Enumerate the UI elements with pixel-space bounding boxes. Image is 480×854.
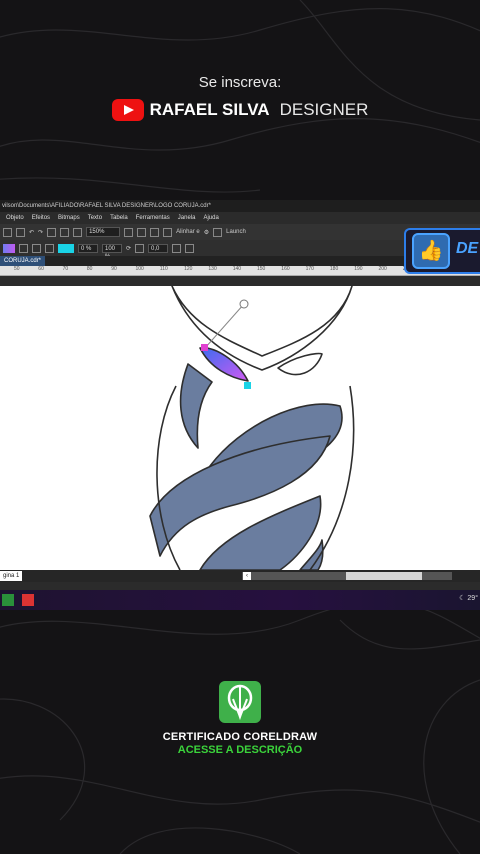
ruler-tick-label: 60 xyxy=(38,266,44,272)
menu-janela[interactable]: Janela xyxy=(178,212,196,224)
menu-ajuda[interactable]: Ajuda xyxy=(203,212,218,224)
horizontal-scrollbar[interactable] xyxy=(242,572,452,580)
align-label[interactable]: Alinhar e xyxy=(176,229,200,235)
fill-pattern-icon-3[interactable] xyxy=(45,243,54,253)
youtube-icon xyxy=(111,99,144,121)
ruler-tick-label: 100 xyxy=(135,266,144,272)
ruler-tick-label: 190 xyxy=(354,266,363,272)
mirror-icon[interactable] xyxy=(135,243,145,253)
drawing-canvas[interactable] xyxy=(0,286,480,570)
copy-icon[interactable] xyxy=(3,227,12,237)
taskbar-app-icon[interactable] xyxy=(2,594,14,606)
undo-icon[interactable]: ↶ xyxy=(29,229,34,236)
menu-efeitos[interactable]: Efeitos xyxy=(32,212,50,224)
fullscreen-icon[interactable] xyxy=(124,227,134,237)
owl-head-top xyxy=(171,286,353,371)
export-icon[interactable] xyxy=(60,227,70,237)
import-icon[interactable] xyxy=(47,227,57,237)
ruler-tick-label: 170 xyxy=(305,266,314,272)
document-tab[interactable]: CORUJA.cdr* xyxy=(0,256,46,266)
redo-icon[interactable]: ↷ xyxy=(38,229,43,236)
edit-fill-icon[interactable] xyxy=(185,243,195,253)
certificate-promo: CERTIFICADO CORELDRAW ACESSE A DESCRIÇÃO xyxy=(0,681,480,756)
grid-icon[interactable] xyxy=(150,227,160,237)
system-tray: ☾ 29° xyxy=(459,594,478,602)
angle-field[interactable]: 0,0 xyxy=(148,243,169,253)
ruler-tick-label: 90 xyxy=(111,266,117,272)
fill-pattern-icon[interactable] xyxy=(19,243,28,253)
menu-bar: Objeto Efeitos Bitmaps Texto Tabela Ferr… xyxy=(0,212,480,224)
channel-name-thin: DESIGNER xyxy=(279,100,369,119)
ruler-tick-label: 80 xyxy=(86,266,93,272)
temperature-text: 29° xyxy=(467,595,478,602)
channel-name-bold: RAFAEL SILVA xyxy=(149,100,270,119)
pdf-icon[interactable] xyxy=(73,227,83,237)
thumbs-up-icon: 👍 xyxy=(412,233,450,269)
zoom-level-field[interactable]: 150% xyxy=(86,227,121,237)
ruler-tick-label: 120 xyxy=(184,266,193,272)
ruler-tick-label: 160 xyxy=(281,266,290,272)
settings-icon[interactable]: ⚙ xyxy=(204,229,209,236)
coreldraw-logo-icon xyxy=(219,681,261,723)
copy-fill-icon[interactable] xyxy=(172,243,182,253)
gradient-start-node xyxy=(201,344,208,351)
ruler-tick-label: 110 xyxy=(159,266,168,272)
like-badge: 👍 DE xyxy=(404,228,480,274)
launch-icon[interactable] xyxy=(213,227,223,237)
window-title: vilson\Documents\AFILIADO\RAFAEL SILVA D… xyxy=(0,200,480,212)
transparency-field[interactable]: 100 % xyxy=(102,243,122,260)
channel-title: RAFAEL SILVA DESIGNER xyxy=(0,99,480,121)
windows-taskbar: ☾ 29° xyxy=(0,590,480,610)
ruler-tick-label: 140 xyxy=(232,266,242,272)
ruler-tick-label: 70 xyxy=(62,266,69,272)
subscribe-label: Se inscreva: xyxy=(198,74,282,91)
scroll-thumb[interactable] xyxy=(346,572,422,580)
ruler-tick-label: 50 xyxy=(14,266,20,272)
status-bar: gina 1 ‹ xyxy=(0,570,480,582)
page-tab[interactable]: gina 1 xyxy=(0,571,23,581)
like-badge-text: DE xyxy=(456,240,479,257)
rotate-icon[interactable]: ⟳ xyxy=(126,245,131,252)
menu-ferramentas[interactable]: Ferramentas xyxy=(136,212,170,224)
owl-left-feather-1 xyxy=(179,363,213,449)
menu-texto[interactable]: Texto xyxy=(88,212,102,224)
guides-icon[interactable] xyxy=(163,227,173,237)
ruler-tick-label: 150 xyxy=(257,266,266,272)
snap-icon[interactable] xyxy=(137,227,147,237)
gradient-angle-handle xyxy=(239,299,249,309)
taskbar-coreldraw-icon[interactable] xyxy=(22,594,34,606)
certificate-subtitle[interactable]: ACESSE A DESCRIÇÃO xyxy=(0,744,480,756)
menu-tabela[interactable]: Tabela xyxy=(110,212,128,224)
ruler-tick-label: 180 xyxy=(329,266,339,272)
gradient-swatch[interactable] xyxy=(3,243,15,253)
menu-bitmaps[interactable]: Bitmaps xyxy=(58,212,80,224)
node-color-swatch[interactable] xyxy=(58,243,74,253)
ruler-tick-label: 130 xyxy=(208,266,217,272)
paste-icon[interactable] xyxy=(16,227,25,237)
channel-banner: Se inscreva: RAFAEL SILVA DESIGNER xyxy=(0,74,480,121)
ruler-tick-label: 200 xyxy=(378,266,387,272)
owl-logo-artwork xyxy=(149,286,355,570)
gradient-end-node xyxy=(244,382,251,389)
node-position-field[interactable]: 0 % xyxy=(78,243,98,253)
launch-button[interactable]: Launch xyxy=(226,229,246,235)
menu-objeto[interactable]: Objeto xyxy=(6,212,24,224)
coreldraw-window: vilson\Documents\AFILIADO\RAFAEL SILVA D… xyxy=(0,200,480,610)
certificate-title: CERTIFICADO CORELDRAW xyxy=(162,731,318,743)
fill-pattern-icon-2[interactable] xyxy=(32,243,41,253)
scroll-left-arrow[interactable]: ‹ xyxy=(243,572,251,580)
